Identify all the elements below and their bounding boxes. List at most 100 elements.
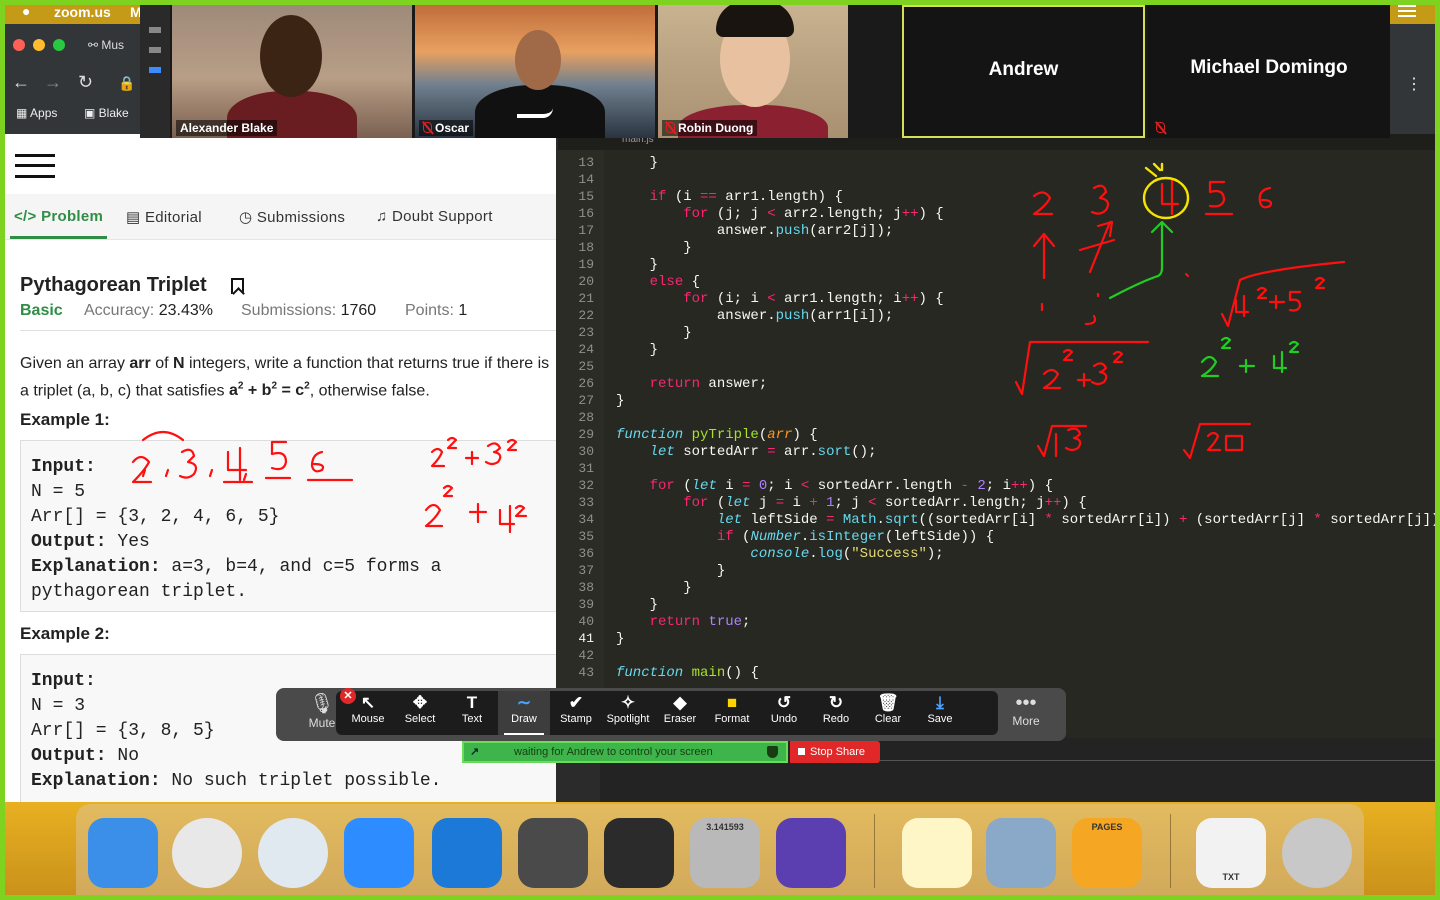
sublime-text-icon[interactable] (518, 818, 588, 888)
code-line[interactable]: 33 for (let j = i + 1; j < sortedArr.len… (558, 495, 1440, 512)
line-number: 22 (578, 308, 594, 323)
code-line[interactable]: 29 function pyTriple(arr) { (558, 427, 1440, 444)
notes-icon[interactable] (902, 818, 972, 888)
chrome-icon[interactable] (172, 818, 242, 888)
save-tool-button[interactable]: ⤓ Save (914, 691, 966, 735)
code-text: if (Number.isInteger(leftSide)) { (716, 529, 995, 545)
code-line[interactable]: 26 return answer; (558, 376, 1440, 393)
code-line[interactable]: 40 return true; (558, 614, 1440, 631)
code-line[interactable]: 32 for (let i = 0; i < sortedArr.length … (558, 478, 1440, 495)
stop-share-button[interactable]: Stop Share (790, 741, 880, 763)
code-line[interactable]: 18 } (558, 240, 1440, 257)
code-text: } (616, 240, 692, 256)
code-line[interactable]: 22 answer.push(arr1[i]); (558, 308, 1440, 325)
hamburger-menu-icon[interactable] (15, 154, 55, 178)
redo-tool-button[interactable]: ↻ Redo (810, 691, 862, 735)
code-text: let sortedArr = arr.sort(); (649, 444, 877, 460)
control-center-icon[interactable] (1398, 5, 1416, 17)
tab-problem[interactable]: </> Problem (9, 208, 108, 239)
line-number: 43 (578, 665, 594, 680)
code-line[interactable]: 39 } (558, 597, 1440, 614)
code-text: } (616, 325, 692, 341)
participant-tile-active[interactable]: Andrew (902, 5, 1145, 138)
imovie-icon[interactable] (776, 818, 846, 888)
close-window-button[interactable] (13, 39, 25, 51)
code-line[interactable]: 42 (558, 648, 1440, 665)
finder-icon[interactable] (88, 818, 158, 888)
bookmark-apps[interactable]: ▦ Apps (16, 106, 57, 120)
code-line[interactable]: 43 function main() { (558, 665, 1440, 682)
zoom-window-button[interactable] (53, 39, 65, 51)
apple-icon[interactable]: ● (22, 3, 30, 19)
code-line[interactable]: 19 } (558, 257, 1440, 274)
tab-doubt-support[interactable]: ♫ Doubt Support (376, 208, 493, 225)
eraser-tool-button[interactable]: ◆ Eraser (654, 691, 706, 735)
bookmark-blake[interactable]: ▣ Blake (84, 106, 129, 120)
participant-name: Michael Domingo (1190, 57, 1348, 78)
code-text: if (i == arr1.length) { (649, 189, 843, 205)
code-line[interactable]: 27} (558, 393, 1440, 410)
code-editor[interactable]: main.js 13 } 14 15 if (i == arr1.length) {… (558, 134, 1440, 738)
line-number: 38 (578, 580, 594, 595)
safari-icon[interactable] (258, 818, 328, 888)
code-line[interactable]: 21 for (i; i < arr1.length; i++) { (558, 291, 1440, 308)
calculator-icon[interactable]: 3.141593 (690, 818, 760, 888)
back-icon[interactable]: ← (12, 72, 30, 93)
code-line[interactable]: 28 (558, 410, 1440, 427)
spotlight-tool-button[interactable]: ✧ Spotlight (602, 691, 654, 735)
participant-tile[interactable]: Robin Duong (658, 5, 848, 138)
format-tool-button[interactable]: ■ Format (706, 691, 758, 735)
code-line[interactable]: 36 console.log("Success"); (558, 546, 1440, 563)
code-line[interactable]: 24 } (558, 342, 1440, 359)
code-text: } (616, 155, 659, 171)
code-line[interactable]: 41} (558, 631, 1440, 648)
participant-tile[interactable]: Michael Domingo (1148, 5, 1390, 138)
tool-label: Redo (822, 713, 850, 725)
trash-icon[interactable] (1282, 818, 1352, 888)
code-line[interactable]: 38 } (558, 580, 1440, 597)
code-line[interactable]: 30 let sortedArr = arr.sort(); (558, 444, 1440, 461)
close-annotation-button[interactable]: ✕ (340, 688, 356, 704)
clear-tool-button[interactable]: 🗑 Clear (862, 691, 914, 735)
xcode-icon[interactable] (432, 818, 502, 888)
code-line[interactable]: 14 (558, 172, 1440, 189)
txt-file-icon[interactable]: TXT (1196, 818, 1266, 888)
stamp-tool-button[interactable]: ✔ Stamp (550, 691, 602, 735)
code-line[interactable]: 20 else { (558, 274, 1440, 291)
trash-icon: 🗑 (877, 693, 899, 712)
participant-tile[interactable]: Alexander Blake (172, 5, 412, 138)
bookmark-icon[interactable] (231, 278, 244, 294)
code-line[interactable]: 35 if (Number.isInteger(leftSide)) { (558, 529, 1440, 546)
draw-tool-button[interactable]: ∼ Draw (498, 691, 550, 735)
text-tool-button[interactable]: T Text (446, 691, 498, 735)
tab-submissions[interactable]: ◷ Submissions (239, 208, 345, 226)
code-line[interactable]: 15 if (i == arr1.length) { (558, 189, 1440, 206)
code-line[interactable]: 23 } (558, 325, 1440, 342)
forward-icon[interactable]: → (44, 72, 62, 93)
code-line[interactable]: 16 for (j; j < arr2.length; j++) { (558, 206, 1440, 223)
save-icon: ⤓ (936, 693, 944, 712)
reload-icon[interactable]: ↻ (78, 72, 93, 93)
participant-tile[interactable]: Oscar (415, 5, 655, 138)
code-line[interactable]: 31 (558, 461, 1440, 478)
code-line[interactable]: 34 let leftSide = Math.sqrt((sortedArr[i… (558, 512, 1440, 529)
app-menu[interactable]: zoom.us (54, 4, 111, 20)
pages-icon[interactable]: PAGES (1072, 818, 1142, 888)
browser-tab[interactable]: ⚯ Mus (88, 38, 124, 52)
preview-icon[interactable] (986, 818, 1056, 888)
code-line[interactable]: 37 } (558, 563, 1440, 580)
code-line[interactable]: 25 (558, 359, 1440, 376)
browser-menu-icon[interactable]: ⋮ (1406, 74, 1422, 94)
code-line[interactable]: 17 answer.push(arr2[j]); (558, 223, 1440, 240)
more-button[interactable]: ••• More (998, 692, 1054, 738)
terminal-icon[interactable] (604, 818, 674, 888)
tab-editorial[interactable]: ▤ Editorial (126, 208, 202, 226)
select-tool-button[interactable]: ✥ Select (394, 691, 446, 735)
code-line[interactable]: 13 } (558, 155, 1440, 172)
code-text: for (let i = 0; i < sortedArr.length - 2… (649, 478, 1054, 494)
code-text: return answer; (649, 376, 768, 392)
gallery-view-toggle[interactable] (140, 5, 170, 138)
undo-tool-button[interactable]: ↺ Undo (758, 691, 810, 735)
minimize-window-button[interactable] (33, 39, 45, 51)
zoom-icon[interactable] (344, 818, 414, 888)
